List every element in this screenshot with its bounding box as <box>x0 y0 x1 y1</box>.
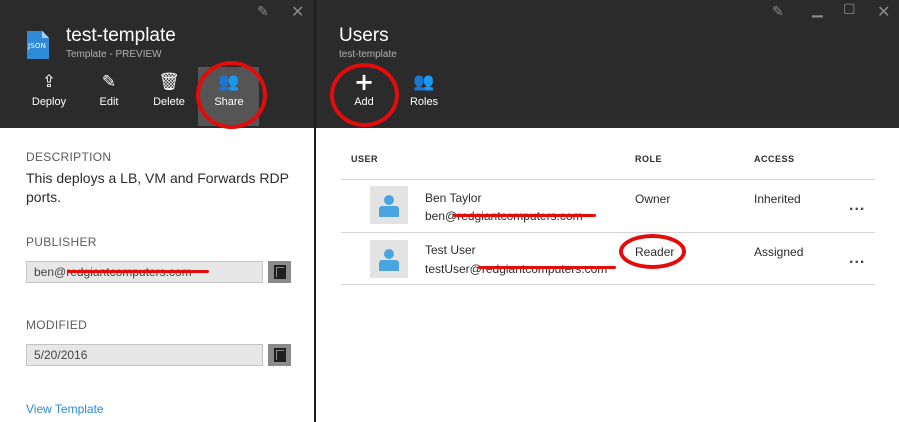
maximize-icon[interactable]: ☐ <box>843 2 856 18</box>
avatar <box>370 186 408 224</box>
copy-publisher-button[interactable] <box>268 261 291 283</box>
deploy-button[interactable]: ⇪ Deploy <box>24 72 74 116</box>
copy-modified-button[interactable] <box>268 344 291 366</box>
publisher-label: PUBLISHER <box>26 235 97 249</box>
user-name: Test User <box>425 243 476 257</box>
modified-label: MODIFIED <box>26 318 88 332</box>
edit-button[interactable]: ✎ Edit <box>84 72 134 116</box>
description-label: DESCRIPTION <box>26 150 112 164</box>
user-access: Assigned <box>754 245 804 259</box>
portal-screen: JSON test-template Template - PREVIEW ✎ … <box>0 0 899 422</box>
template-blade: JSON test-template Template - PREVIEW ✎ … <box>0 0 314 422</box>
pin-icon[interactable]: ✎ <box>257 4 269 20</box>
user-access: Inherited <box>754 192 801 206</box>
row-more-button[interactable]: ... <box>849 197 865 215</box>
reader-annotation-circle <box>619 234 686 269</box>
row-divider <box>341 232 875 233</box>
view-template-link[interactable]: View Template <box>26 402 104 416</box>
roles-label: Roles <box>409 96 439 108</box>
template-subtitle: Template - PREVIEW <box>66 49 162 60</box>
delete-button[interactable]: 🗑 Delete <box>144 72 194 116</box>
edit-label: Edit <box>99 96 119 108</box>
close-icon[interactable]: ✕ <box>877 2 890 21</box>
share-annotation-circle <box>196 61 267 129</box>
deploy-label: Deploy <box>31 96 67 108</box>
user-name: Ben Taylor <box>425 191 482 205</box>
template-blade-header: JSON test-template Template - PREVIEW ✎ … <box>0 0 314 128</box>
minimize-icon[interactable]: ▁ <box>812 2 823 18</box>
table-header-divider <box>341 179 875 180</box>
roles-button[interactable]: 👥 Roles <box>399 72 449 116</box>
user-email: testUser@redgiantcomputers.com <box>425 262 608 276</box>
upload-icon: ⇪ <box>41 72 57 92</box>
json-badge: JSON <box>28 42 47 50</box>
column-header-role[interactable]: ROLE <box>635 154 662 164</box>
row-divider <box>341 284 875 285</box>
user-role: Owner <box>635 192 671 206</box>
pencil-icon: ✎ <box>101 72 117 92</box>
pin-icon[interactable]: ✎ <box>772 4 784 20</box>
column-header-access[interactable]: ACCESS <box>754 154 795 164</box>
users-title: Users <box>339 25 389 46</box>
modified-field[interactable]: 5/20/2016 <box>26 344 263 366</box>
row-more-button[interactable]: ... <box>849 250 865 268</box>
trash-icon: 🗑 <box>158 72 180 92</box>
close-icon[interactable]: ✕ <box>291 2 304 21</box>
avatar <box>370 240 408 278</box>
users-subtitle: test-template <box>339 49 397 60</box>
email-redaction-mark <box>453 214 596 217</box>
add-annotation-circle <box>330 63 399 127</box>
column-header-user[interactable]: USER <box>351 154 378 164</box>
description-text: This deploys a LB, VM and Forwards RDP p… <box>26 170 289 205</box>
publisher-redaction-mark <box>67 270 209 273</box>
delete-label: Delete <box>153 96 185 108</box>
roles-icon: 👥 <box>413 72 435 92</box>
template-title: test-template <box>66 25 176 46</box>
email-redaction-mark <box>478 266 616 269</box>
